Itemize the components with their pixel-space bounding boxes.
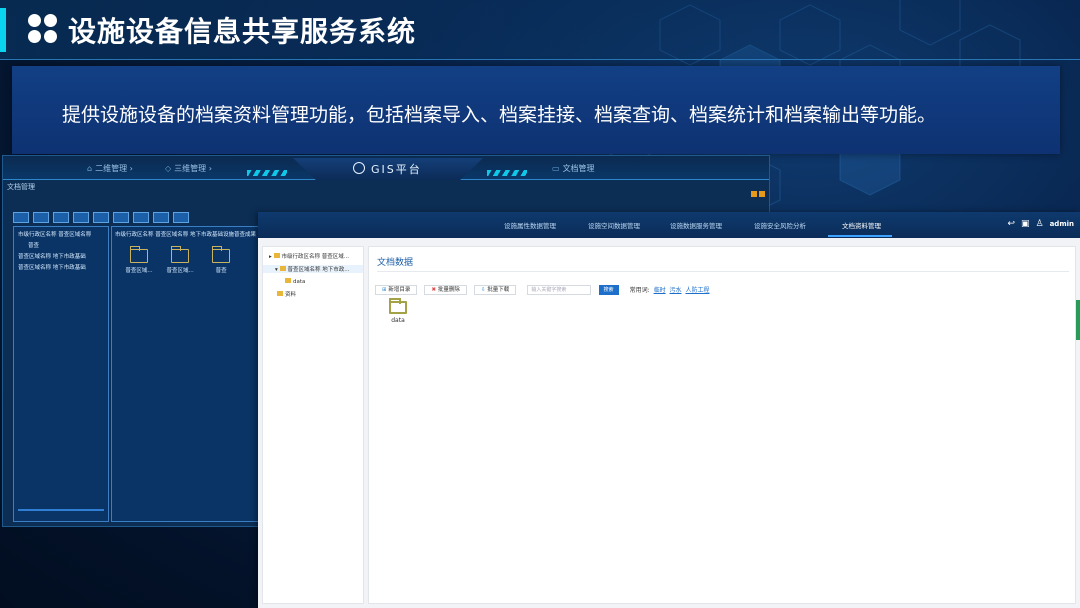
folder-icon xyxy=(389,298,407,314)
folder-icon xyxy=(279,266,286,271)
doc-main-panel: 文档数据 ⊞ 新增目录 ✖ 批量删除 ⇩ 批量下载 输入关键字搜索 搜索 常用词… xyxy=(368,246,1076,604)
file-item-folder[interactable]: data xyxy=(387,298,409,324)
folder-open-icon[interactable] xyxy=(33,212,49,223)
nav-data-service[interactable]: 设施数据服务管理 xyxy=(670,220,722,230)
nav-document-management[interactable]: 文档资料管理 xyxy=(842,220,881,230)
delete-icon[interactable] xyxy=(53,212,69,223)
eye-icon[interactable] xyxy=(173,212,189,223)
folder-icon xyxy=(129,246,148,263)
active-nav-underline xyxy=(828,235,892,237)
download-icon: ⇩ xyxy=(480,286,486,293)
doc-body: ▸ 市级行政区名称 普查区域... ▾ 普查区域名称 地下市政... data … xyxy=(258,238,1080,608)
download-icon[interactable] xyxy=(113,212,129,223)
file-name: data xyxy=(391,317,405,324)
decor-stripes-right xyxy=(487,170,527,176)
arrow-up-icon[interactable] xyxy=(153,212,169,223)
folder-icon xyxy=(211,246,231,263)
doc-tree-panel: ▸ 市级行政区名称 普查区域... ▾ 普查区域名称 地下市政... data … xyxy=(262,246,364,604)
four-dots-logo-icon xyxy=(28,14,58,44)
description-banner: 提供设施设备的档案资料管理功能，包括档案导入、档案挂接、档案查询、档案统计和档案… xyxy=(12,66,1060,154)
folder-icon xyxy=(285,278,291,283)
folder-item[interactable]: 普查 xyxy=(204,246,238,274)
new-directory-button[interactable]: ⊞ 新增目录 xyxy=(375,284,418,295)
section-title: 文档数据 xyxy=(377,258,414,268)
gis-window-controls[interactable] xyxy=(749,182,765,201)
search-input[interactable]: 输入关键字搜索 xyxy=(527,284,592,295)
doc-toolbar: ⊞ 新增目录 ✖ 批量删除 ⇩ 批量下载 输入关键字搜索 搜索 常用词: 临时 … xyxy=(375,279,709,298)
close-icon[interactable] xyxy=(759,191,765,197)
folder-item[interactable]: 普查区域... xyxy=(163,246,197,274)
tree-item[interactable]: ▸ 市级行政区名称 普查区域... xyxy=(269,252,363,260)
tree-item[interactable]: 普查区域名称 地下市政基础 xyxy=(18,252,108,260)
description-text: 提供设施设备的档案资料管理功能，包括档案导入、档案挂接、档案查询、档案统计和档案… xyxy=(62,104,937,126)
common-words-label: 常用词: xyxy=(629,287,650,294)
tree-item[interactable]: 资料 xyxy=(277,290,363,298)
globe-icon xyxy=(353,162,365,174)
save-icon[interactable] xyxy=(73,212,89,223)
slide-header: 设施设备信息共享服务系统 xyxy=(0,0,1080,60)
nav-risk-analysis[interactable]: 设施安全风险分析 xyxy=(754,220,806,230)
slide-title: 设施设备信息共享服务系统 xyxy=(68,15,417,48)
nav-spatial-data[interactable]: 设施空间数据管理 xyxy=(588,220,640,230)
tree-item[interactable]: 市级行政区名称 普查区域名称 xyxy=(18,230,108,238)
window-icon[interactable]: ▣ xyxy=(1021,219,1030,229)
document-management-screenshot: 设施属性数据管理 设施空间数据管理 设施数据服务管理 设施安全风险分析 文档资料… xyxy=(258,212,1080,608)
folder-icon xyxy=(170,246,190,263)
map-icon: ⌂ xyxy=(87,164,93,173)
gis-tree-panel: 市级行政区名称 普查区域名称 普查 普查区域名称 地下市政基础 普查区域名称 地… xyxy=(13,226,109,522)
batch-delete-button[interactable]: ✖ 批量删除 xyxy=(424,284,467,295)
gis-nav-docs[interactable]: ▭ 文档管理 xyxy=(552,163,595,174)
gis-nav-2d[interactable]: ⌂ 二维管理 › xyxy=(87,163,133,174)
batch-download-button[interactable]: ⇩ 批量下载 xyxy=(473,284,517,295)
gis-toolbar xyxy=(13,208,193,223)
tree-item[interactable]: 普查区域名称 地下市政基础 xyxy=(18,263,108,271)
user-name[interactable]: admin xyxy=(1050,220,1074,228)
minimize-icon[interactable] xyxy=(751,191,757,197)
common-words: 常用词: 临时 污水 人防工程 xyxy=(630,285,710,294)
common-word-link[interactable]: 污水 xyxy=(670,287,682,294)
header-accent-bar xyxy=(0,8,6,52)
search-button[interactable]: 搜索 xyxy=(598,284,619,295)
folder-item[interactable]: 普查区域... xyxy=(122,246,156,274)
gis-folder-list: 普查区域... 普查区域... 普查 xyxy=(122,246,240,274)
divider xyxy=(377,271,1069,272)
gis-top-bar: ⌂ 二维管理 › ◇ 三维管理 › GIS平台 ▭ 文档管理 xyxy=(3,156,769,180)
gis-nav-3d[interactable]: ◇ 三维管理 › xyxy=(165,163,212,174)
side-tab[interactable] xyxy=(1076,300,1080,340)
doc-top-actions: ↩ ▣ ♙ admin xyxy=(1001,219,1074,229)
tree-item[interactable]: 普查 xyxy=(28,241,108,249)
folder-new-icon[interactable] xyxy=(13,212,29,223)
add-icon: ⊞ xyxy=(382,286,387,293)
decor-stripes-left xyxy=(247,170,287,176)
move-icon[interactable] xyxy=(133,212,149,223)
doc-top-bar: 设施属性数据管理 设施空间数据管理 设施数据服务管理 设施安全风险分析 文档资料… xyxy=(258,212,1080,238)
cube-icon: ◇ xyxy=(165,164,172,173)
trash-icon: ✖ xyxy=(431,286,437,293)
gis-breadcrumb: 市级行政区名称 普查区域名称 地下市政基础设施普查成果 xyxy=(115,232,256,238)
tree-item-selected[interactable]: ▾ 普查区域名称 地下市政... xyxy=(263,265,363,273)
user-icon[interactable]: ♙ xyxy=(1036,219,1044,229)
folder-icon xyxy=(273,253,280,258)
document-icon: ▭ xyxy=(552,164,560,173)
tree-item[interactable]: data xyxy=(285,278,363,285)
tree-scrollbar[interactable] xyxy=(18,509,104,511)
common-word-link[interactable]: 人防工程 xyxy=(685,287,709,294)
folder-icon xyxy=(277,291,283,296)
gis-platform-title: GIS平台 xyxy=(371,163,422,176)
back-icon[interactable]: ↩ xyxy=(1007,219,1015,229)
common-word-link[interactable]: 临时 xyxy=(654,287,666,294)
nav-attribute-data[interactable]: 设施属性数据管理 xyxy=(504,220,556,230)
gis-window-title: 文档管理 xyxy=(7,183,35,191)
upload-icon[interactable] xyxy=(93,212,109,223)
